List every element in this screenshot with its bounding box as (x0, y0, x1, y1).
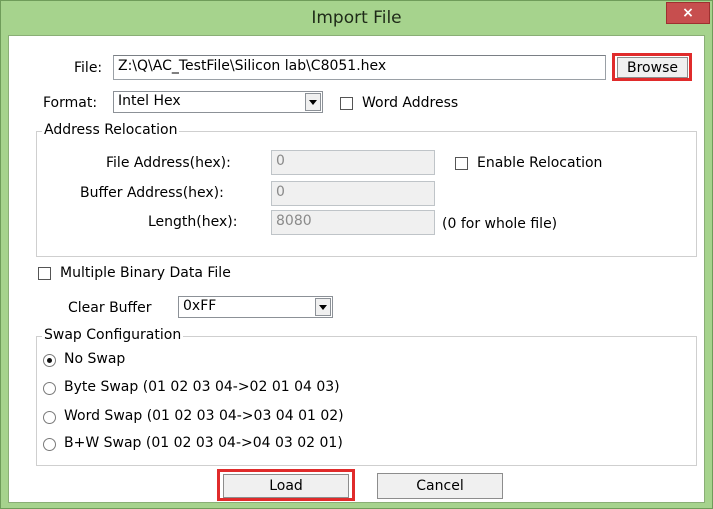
format-label: Format: (43, 95, 98, 111)
chevron-down-icon (319, 304, 327, 310)
swap-option-bw-radio[interactable] (43, 438, 56, 451)
buffer-address-label: Buffer Address(hex): (80, 185, 224, 201)
swap-configuration-title: Swap Configuration (42, 327, 184, 343)
swap-option-byte-label: Byte Swap (01 02 03 04->02 01 04 03) (64, 379, 340, 395)
close-button[interactable]: × (666, 2, 710, 24)
address-relocation-title: Address Relocation (42, 122, 180, 138)
length-label: Length(hex): (148, 214, 238, 230)
buffer-address-input[interactable]: 0 (271, 181, 435, 206)
format-dropdown-button[interactable] (305, 93, 321, 111)
length-hint: (0 for whole file) (442, 216, 558, 232)
dialog-title: Import File (311, 8, 402, 28)
clear-buffer-selected-value: 0xFF (183, 298, 217, 314)
swap-option-none-radio[interactable] (43, 354, 56, 367)
file-address-label: File Address(hex): (106, 155, 231, 171)
close-icon: × (682, 5, 694, 21)
radio-selected-dot (47, 358, 52, 363)
clear-buffer-dropdown-button[interactable] (315, 298, 331, 316)
cancel-button[interactable]: Cancel (377, 473, 503, 499)
format-selected-value: Intel Hex (118, 93, 181, 109)
browse-highlight (612, 53, 692, 81)
multiple-binary-checkbox[interactable] (38, 267, 51, 280)
swap-option-byte-radio[interactable] (43, 382, 56, 395)
dialog-body: File: Z:\Q\AC_TestFile\Silicon lab\C8051… (8, 35, 705, 503)
enable-relocation-label: Enable Relocation (477, 155, 603, 171)
load-highlight (217, 469, 355, 501)
import-file-dialog: Import File × File: Z:\Q\AC_TestFile\Sil… (0, 0, 713, 509)
swap-option-word-radio[interactable] (43, 411, 56, 424)
word-address-label: Word Address (362, 95, 459, 111)
file-path-input[interactable]: Z:\Q\AC_TestFile\Silicon lab\C8051.hex (113, 55, 606, 80)
swap-option-none-label: No Swap (64, 351, 126, 367)
enable-relocation-checkbox[interactable] (455, 157, 468, 170)
clear-buffer-select[interactable]: 0xFF (178, 296, 333, 318)
chevron-down-icon (309, 99, 317, 105)
multiple-binary-label: Multiple Binary Data File (60, 265, 231, 281)
word-address-checkbox[interactable] (340, 97, 353, 110)
swap-option-bw-label: B+W Swap (01 02 03 04->04 03 02 01) (64, 435, 343, 451)
format-select[interactable]: Intel Hex (113, 91, 323, 113)
length-input[interactable]: 8080 (271, 210, 435, 235)
swap-option-word-label: Word Swap (01 02 03 04->03 04 01 02) (64, 408, 344, 424)
clear-buffer-label: Clear Buffer (68, 300, 152, 316)
title-bar[interactable]: Import File × (1, 1, 712, 35)
file-address-input[interactable]: 0 (271, 150, 435, 175)
file-label: File: (74, 60, 103, 76)
